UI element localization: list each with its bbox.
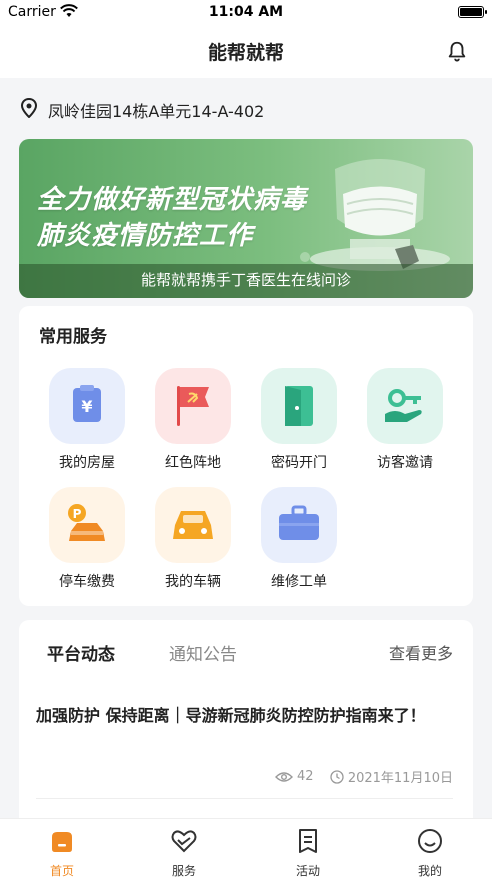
parking-car-icon: P — [49, 487, 125, 563]
tab-label: 服务 — [171, 864, 196, 878]
promo-banner[interactable]: 全力做好新型冠状病毒 肺炎疫情防控工作 能帮就帮携手丁香医生在线问诊 — [19, 139, 473, 298]
tab-label: 我的 — [417, 864, 442, 878]
service-red-base[interactable]: 红色阵地 — [148, 368, 238, 472]
home-icon — [52, 832, 72, 852]
service-code-door[interactable]: 密码开门 — [254, 368, 344, 472]
common-services-card: 常用服务 ¥ 我的房屋 红色阵地 密码开门 访客邀请 P 停车缴费 我的车辆 维… — [19, 306, 473, 606]
news-card: 平台动态 通知公告 查看更多 加强防护 保持距离｜导游新冠肺炎防控防护指南来了！… — [19, 620, 473, 830]
nav-bar: 能帮就帮 — [0, 26, 492, 78]
view-more-link[interactable]: 查看更多 — [389, 640, 453, 664]
service-label: 访客邀请 — [377, 455, 433, 471]
tab-label: 首页 — [49, 864, 74, 878]
bottom-tab-bar: 首页 服务 活动 我的 — [0, 818, 492, 878]
banner-caption: 能帮就帮携手丁香医生在线问诊 — [140, 271, 351, 289]
page-title: 能帮就帮 — [207, 42, 284, 64]
face-mask-illustration — [300, 159, 450, 271]
tab-platform-news[interactable]: 平台动态 — [47, 640, 115, 665]
red-flag-icon — [155, 368, 231, 444]
door-icon — [261, 368, 337, 444]
tab-label: 活动 — [295, 864, 320, 878]
article-title[interactable]: 加强防护 保持距离｜导游新冠肺炎防控防护指南来了！ — [36, 702, 446, 729]
service-my-house[interactable]: ¥ 我的房屋 — [42, 368, 132, 472]
service-label: 红色阵地 — [165, 455, 221, 471]
view-count: 42 — [297, 769, 314, 784]
toolbox-icon — [261, 487, 337, 563]
clock: 11:04 AM — [208, 4, 284, 20]
banner-headline-2: 肺炎疫情防控工作 — [37, 221, 254, 251]
tab-services[interactable]: 服务 — [144, 827, 224, 878]
battery-icon — [458, 6, 487, 18]
status-bar: Carrier 11:04 AM — [0, 0, 492, 26]
house-bill-icon: ¥ — [49, 368, 125, 444]
document-icon — [299, 829, 317, 853]
key-hand-icon — [367, 368, 443, 444]
article-meta: 42 2021年11月10日 — [274, 767, 453, 786]
heart-hand-icon — [171, 830, 197, 853]
svg-text:P: P — [73, 507, 82, 521]
bell-icon[interactable] — [446, 40, 468, 62]
svg-text:¥: ¥ — [81, 397, 92, 416]
smiley-icon — [418, 829, 442, 853]
divider — [36, 798, 453, 799]
service-label: 维修工单 — [271, 574, 327, 590]
service-parking-fee[interactable]: P 停车缴费 — [42, 487, 132, 591]
address-bar[interactable]: 凤岭佳园14栋A单元14-A-402 — [0, 78, 492, 136]
banner-headline-1: 全力做好新型冠状病毒 — [37, 185, 308, 215]
article-date: 2021年11月10日 — [347, 771, 453, 786]
tab-mine[interactable]: 我的 — [390, 827, 470, 878]
service-visitor-invite[interactable]: 访客邀请 — [360, 368, 450, 472]
tab-notices[interactable]: 通知公告 — [169, 640, 237, 665]
service-repair-order[interactable]: 维修工单 — [254, 487, 344, 591]
tab-activities[interactable]: 活动 — [268, 827, 348, 878]
service-label: 密码开门 — [271, 455, 327, 471]
service-label: 我的房屋 — [59, 455, 115, 471]
service-my-vehicle[interactable]: 我的车辆 — [148, 487, 238, 591]
clock-icon — [330, 769, 344, 784]
service-label: 停车缴费 — [59, 574, 115, 590]
eye-icon — [274, 771, 293, 782]
tab-home[interactable]: 首页 — [22, 827, 102, 878]
services-heading: 常用服务 — [39, 327, 107, 347]
car-icon — [155, 487, 231, 563]
address-text: 凤岭佳园14栋A单元14-A-402 — [48, 102, 265, 121]
location-pin-icon — [20, 98, 38, 118]
service-label: 我的车辆 — [165, 574, 221, 590]
